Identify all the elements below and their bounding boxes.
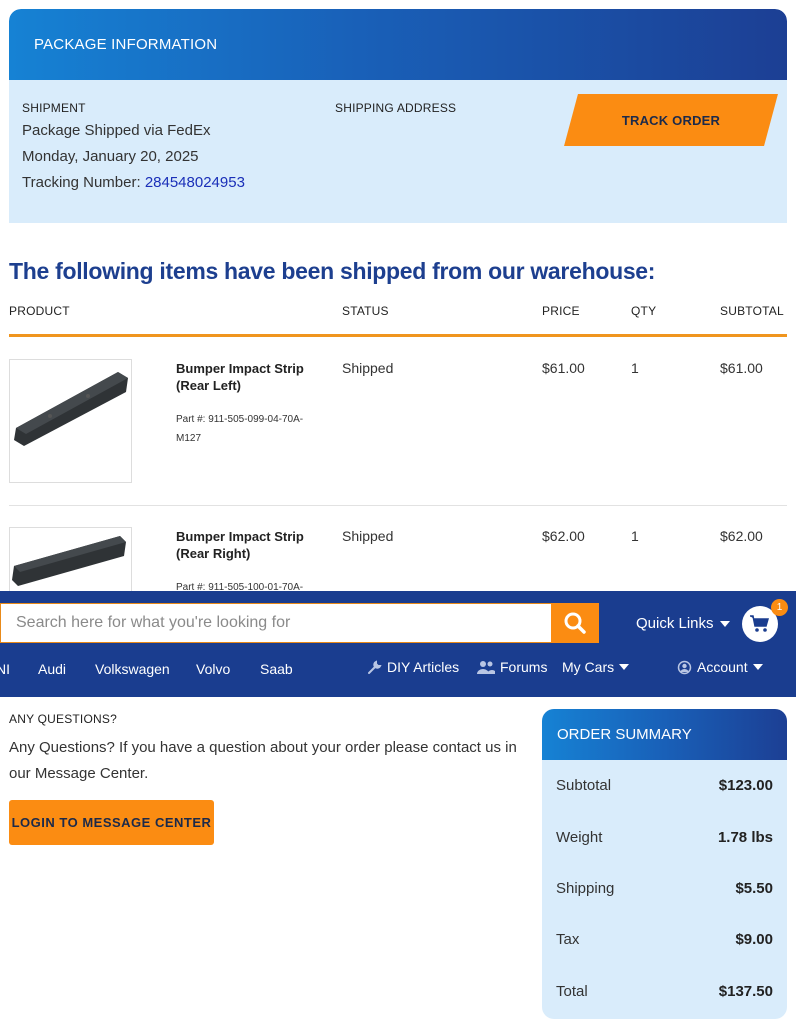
bumper-strip-image [14,372,128,446]
questions-text: Any Questions? If you have a question ab… [9,739,517,782]
summary-value: $5.50 [735,880,773,897]
summary-value: $123.00 [718,777,773,794]
nav-brand-audi[interactable]: Audi [38,661,66,677]
chevron-down-icon [752,664,763,670]
header-qty: QTY [631,304,657,318]
chevron-down-icon [619,664,630,670]
users-icon [477,661,495,674]
summary-row-weight: Weight 1.78 lbs [556,829,773,846]
login-message-center-label: LOGIN TO MESSAGE CENTER [11,815,212,830]
track-order-label: TRACK ORDER [621,112,721,128]
questions-label: ANY QUESTIONS? [9,712,117,726]
summary-row-shipping: Shipping $5.50 [556,880,773,897]
nav-my-cars-label: My Cars [562,659,615,675]
search-input[interactable]: Search here for what you're looking for [0,603,552,643]
summary-label: Shipping [556,880,615,897]
header-price: PRICE [542,304,580,318]
nav-brand-volvo[interactable]: Volvo [196,661,230,677]
product-image[interactable] [9,359,132,483]
quick-links-menu[interactable]: Quick Links [636,615,730,632]
price-cell: $62.00 [542,528,585,544]
order-summary-panel: ORDER SUMMARY Subtotal $123.00 Weight 1.… [542,709,787,1019]
quick-links-label: Quick Links [636,615,714,632]
header-status: STATUS [342,304,389,318]
summary-label: Subtotal [556,777,612,794]
main-navigation: NI Audi Volkswagen Volvo Saab DIY Articl… [0,646,796,697]
status-cell: Shipped [342,360,394,376]
search-placeholder: Search here for what you're looking for [16,614,291,631]
items-shipped-heading: The following items have been shipped fr… [9,258,656,284]
package-information-title: PACKAGE INFORMATION [34,36,218,53]
nav-my-cars[interactable]: My Cars [562,659,630,675]
package-information-header: PACKAGE INFORMATION [9,9,787,80]
product-name[interactable]: Bumper Impact Strip (Rear Left) [176,360,316,394]
tracking-number-row: Tracking Number: 284548024953 [22,174,245,191]
tracking-number-link[interactable]: 284548024953 [145,174,245,191]
summary-label: Total [556,983,588,1000]
row-divider [9,505,787,506]
account-icon [677,660,692,674]
summary-value: $137.50 [718,983,773,1000]
qty-cell: 1 [631,528,639,544]
order-summary-header: ORDER SUMMARY [542,709,787,760]
subtotal-cell: $61.00 [720,360,763,376]
wrench-icon [368,659,382,674]
summary-label: Weight [556,829,603,846]
header-subtotal: SUBTOTAL [720,304,784,318]
header-product: PRODUCT [9,304,70,318]
chevron-down-icon [719,620,730,627]
cart-count-badge: 1 [771,599,788,616]
nav-brand-volkswagen[interactable]: Volkswagen [95,661,170,677]
nav-brand-saab[interactable]: Saab [260,661,293,677]
table-header-divider [9,334,787,337]
subtotal-cell: $62.00 [720,528,763,544]
track-order-button[interactable]: TRACK ORDER [564,94,778,146]
nav-diy-label: DIY Articles [387,659,460,675]
summary-value: 1.78 lbs [717,829,773,846]
shipping-address-label: SHIPPING ADDRESS [335,101,457,115]
price-cell: $61.00 [542,360,585,376]
shipped-via-text: Package Shipped via FedEx [22,122,211,139]
cart-icon [750,615,769,632]
order-summary-title: ORDER SUMMARY [557,726,692,743]
package-information-card: PACKAGE INFORMATION SHIPMENT SHIPPING AD… [9,9,787,223]
nav-forums-label: Forums [500,659,548,675]
search-button[interactable] [551,603,599,643]
nav-forums[interactable]: Forums [477,659,547,675]
login-message-center-button[interactable]: LOGIN TO MESSAGE CENTER [9,800,214,845]
nav-diy-articles[interactable]: DIY Articles [367,659,459,675]
nav-account[interactable]: Account [677,659,763,675]
shipment-label: SHIPMENT [22,101,86,115]
status-cell: Shipped [342,528,394,544]
qty-cell: 1 [631,360,639,376]
nav-brand-partial[interactable]: NI [0,661,10,677]
tracking-number-label: Tracking Number: [22,174,145,191]
summary-row-tax: Tax $9.00 [556,931,773,948]
search-icon [564,612,586,634]
nav-account-label: Account [697,659,748,675]
product-name[interactable]: Bumper Impact Strip (Rear Right) [176,528,316,562]
summary-row-subtotal: Subtotal $123.00 [556,777,773,794]
summary-label: Tax [556,931,580,948]
part-number: Part #: 911-505-099-04-70A-M127 [176,414,304,444]
sticky-header: Search here for what you're looking for … [0,591,796,646]
ship-date-text: Monday, January 20, 2025 [22,148,199,165]
summary-row-total: Total $137.50 [556,983,773,1000]
summary-value: $9.00 [735,931,773,948]
